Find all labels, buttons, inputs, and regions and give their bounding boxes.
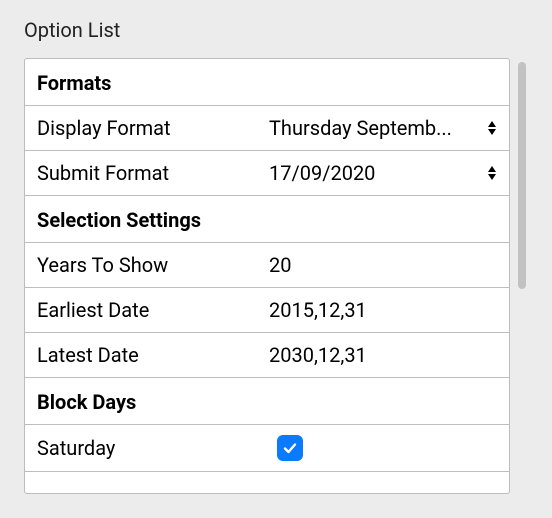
row-label: Latest Date	[37, 343, 269, 367]
checkbox-saturday[interactable]	[277, 435, 303, 461]
panel-title: Option List	[24, 18, 528, 42]
row-earliest-date[interactable]: Earliest Date 2015,12,31	[25, 288, 509, 333]
row-years-to-show[interactable]: Years To Show 20	[25, 243, 509, 288]
row-label: Display Format	[37, 116, 269, 140]
display-format-value: Thursday Septemb...	[269, 116, 452, 140]
section-header-formats: Formats	[25, 59, 509, 106]
check-icon	[282, 440, 298, 456]
years-to-show-value: 20	[269, 253, 291, 277]
row-value: 2030,12,31	[269, 343, 497, 367]
row-value: 20	[269, 253, 497, 277]
row-label: Earliest Date	[37, 298, 269, 322]
row-value	[269, 435, 497, 461]
row-label: Saturday	[37, 436, 269, 460]
panel-body: Formats Display Format Thursday Septemb.…	[24, 58, 528, 494]
row-label: Years To Show	[37, 253, 269, 277]
scrollbar-thumb[interactable]	[518, 62, 526, 289]
earliest-date-value: 2015,12,31	[269, 298, 367, 322]
row-value: 2015,12,31	[269, 298, 497, 322]
section-header-selection-settings: Selection Settings	[25, 196, 509, 243]
section-header-block-days: Block Days	[25, 378, 509, 425]
submit-format-value: 17/09/2020	[269, 161, 375, 185]
option-list: Formats Display Format Thursday Septemb.…	[24, 58, 510, 494]
row-display-format[interactable]: Display Format Thursday Septemb...	[25, 106, 509, 151]
latest-date-value: 2030,12,31	[269, 343, 367, 367]
stepper-icon[interactable]	[487, 120, 497, 136]
row-value: Thursday Septemb...	[269, 116, 497, 140]
stepper-icon[interactable]	[487, 165, 497, 181]
row-submit-format[interactable]: Submit Format 17/09/2020	[25, 151, 509, 196]
row-latest-date[interactable]: Latest Date 2030,12,31	[25, 333, 509, 378]
row-label: Submit Format	[37, 161, 269, 185]
scrollbar-track[interactable]	[516, 62, 528, 490]
row-saturday[interactable]: Saturday	[25, 425, 509, 472]
row-value: 17/09/2020	[269, 161, 497, 185]
